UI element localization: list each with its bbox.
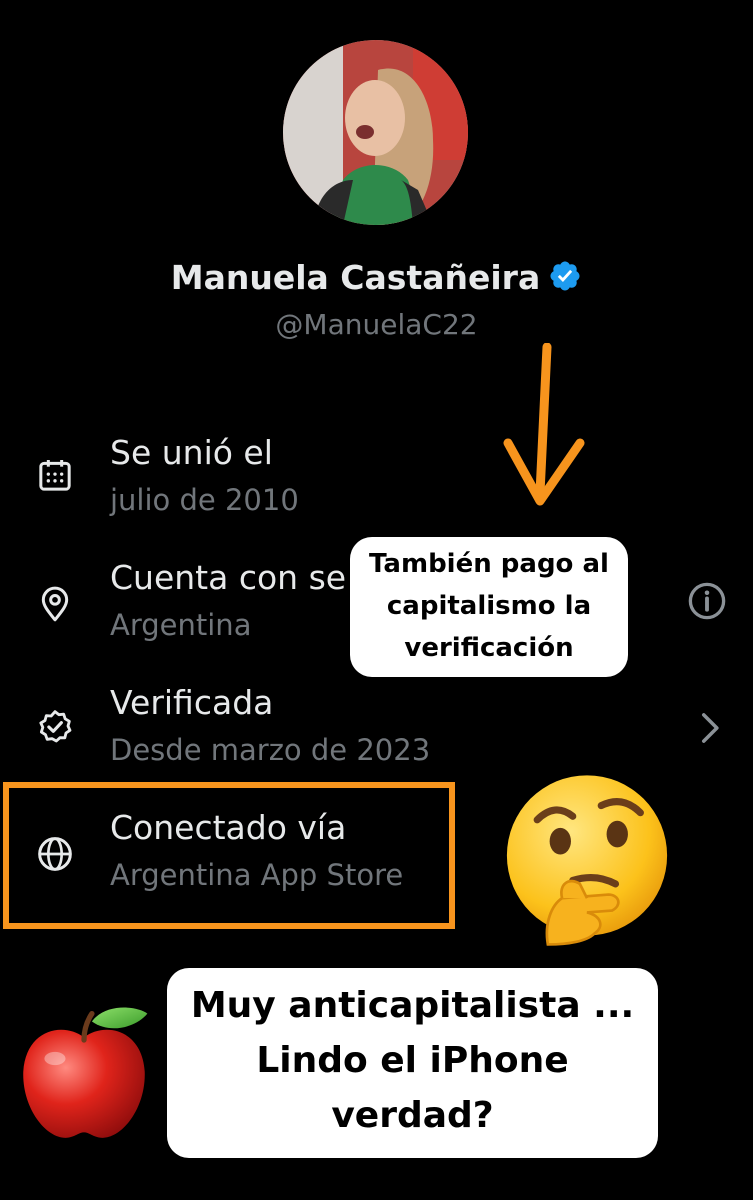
location-pin-icon [41, 586, 69, 622]
profile-avatar[interactable] [283, 40, 468, 225]
account-location-title: Cuenta con se [110, 558, 347, 597]
red-apple-emoji [23, 1007, 148, 1138]
callout-verification: También pago al capitalismo la verificac… [350, 537, 628, 677]
callout-verification-line: capitalismo la [386, 591, 592, 621]
verified-title: Verificada [110, 683, 274, 722]
joined-date: julio de 2010 [110, 483, 299, 517]
callout-verification-line: También pago al [369, 549, 609, 579]
callout-iphone-line: Muy anticapitalista ... [190, 985, 635, 1026]
avatar-photo [283, 40, 468, 225]
chevron-right-icon[interactable] [688, 707, 730, 749]
verified-badge-icon[interactable] [548, 259, 582, 293]
account-location-value: Argentina [110, 608, 252, 642]
thinking-face-emoji [506, 775, 668, 946]
callout-verification-line: verificación [404, 633, 574, 663]
info-icon[interactable] [686, 580, 728, 622]
detail-row-joined: Se unió el julio de 2010 [0, 433, 753, 543]
profile-name-row: Manuela Castañeira [0, 258, 753, 297]
profile-handle: @ManuelaC22 [275, 308, 478, 341]
verified-since: Desde marzo de 2023 [110, 733, 431, 767]
verified-check-icon [39, 710, 72, 743]
profile-name: Manuela Castañeira [170, 258, 541, 297]
joined-title: Se unió el [110, 433, 273, 472]
callout-iphone-line: verdad? [331, 1095, 494, 1136]
calendar-icon [39, 460, 71, 491]
orange-highlight-box [3, 782, 455, 929]
callout-iphone: Muy anticapitalista ... Lindo el iPhone … [167, 968, 658, 1158]
callout-iphone-line: Lindo el iPhone [256, 1040, 569, 1081]
